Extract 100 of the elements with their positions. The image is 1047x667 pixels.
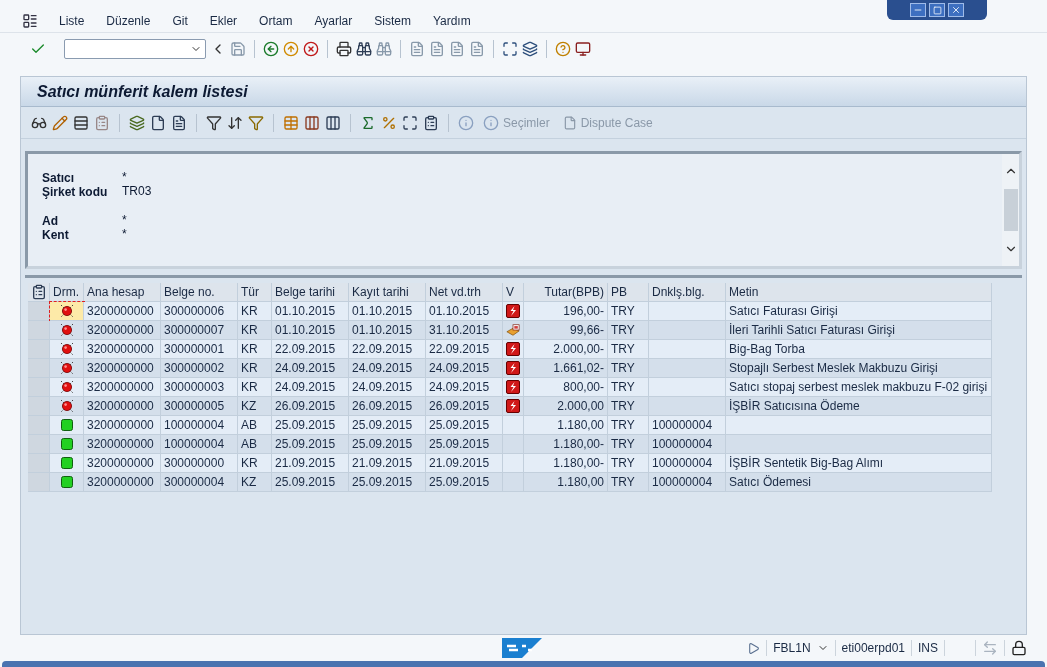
table-cell: 25.09.2015 — [426, 416, 503, 435]
table-cell: TRY — [608, 454, 649, 473]
table-cell: 3200000000 — [84, 473, 161, 492]
table-cell: 22.09.2015 — [426, 340, 503, 359]
transaction-code: FBL1N — [773, 640, 811, 657]
next-page-icon[interactable] — [449, 41, 465, 57]
table-cell: AB — [238, 435, 272, 454]
column-header[interactable]: Drm. — [50, 283, 84, 302]
column-header[interactable]: Belge no. — [161, 283, 238, 302]
maximize-icon[interactable] — [929, 3, 945, 17]
table-cell: Satıcı Faturası Girişi — [726, 302, 992, 321]
filter-icon[interactable] — [206, 114, 222, 131]
previous-page-icon[interactable] — [429, 41, 445, 57]
command-field[interactable] — [64, 39, 206, 59]
filter-set-icon[interactable] — [248, 114, 264, 131]
column-header[interactable]: Metin — [726, 283, 992, 302]
print-icon[interactable] — [336, 41, 352, 57]
lightning-icon — [506, 342, 520, 356]
menu-icon[interactable] — [22, 13, 38, 29]
table-cell: 26.09.2015 — [426, 397, 503, 416]
documents-icon[interactable] — [129, 114, 145, 131]
lock-icon[interactable] — [1011, 640, 1027, 656]
field-value: * — [122, 227, 127, 241]
status-cell[interactable] — [50, 340, 84, 359]
table-cell: 1.180,00 — [524, 473, 608, 492]
status-cell[interactable] — [50, 416, 84, 435]
table-cell: KR — [238, 321, 272, 340]
close-icon[interactable] — [948, 3, 964, 17]
table-cell: 2.000,00 — [524, 397, 608, 416]
table-icon[interactable] — [283, 114, 299, 131]
menu-item[interactable]: Git — [171, 12, 189, 30]
lightning-icon — [506, 304, 520, 318]
table-cell: TRY — [608, 416, 649, 435]
page-icon[interactable] — [171, 114, 187, 131]
status-cell[interactable] — [50, 397, 84, 416]
scroll-thumb[interactable] — [1003, 189, 1018, 231]
table-cell: TRY — [608, 302, 649, 321]
status-cell[interactable] — [50, 454, 84, 473]
table-cell: 2.000,00- — [524, 340, 608, 359]
layout-menu-icon[interactable] — [30, 284, 47, 300]
menu-item[interactable]: Ekler — [208, 12, 239, 30]
table-cell: Satıcı Ödemesi — [726, 473, 992, 492]
table-cell: 800,00- — [524, 378, 608, 397]
table-cell: 01.10.2015 — [426, 302, 503, 321]
column-select-icon[interactable] — [325, 114, 341, 131]
table-cell: 26.09.2015 — [272, 397, 349, 416]
table-cell: 21.09.2015 — [426, 454, 503, 473]
columns-icon[interactable] — [304, 114, 320, 131]
sum-icon[interactable] — [360, 114, 376, 131]
table-cell: TRY — [608, 473, 649, 492]
column-header[interactable]: Tür — [238, 283, 272, 302]
column-header[interactable]: V — [503, 283, 524, 302]
status-cell[interactable] — [50, 435, 84, 454]
menu-item[interactable]: Düzenle — [105, 12, 152, 30]
table-cell: 1.661,02- — [524, 359, 608, 378]
status-cell[interactable] — [50, 359, 84, 378]
table-cell: 01.10.2015 — [349, 321, 426, 340]
find-icon[interactable] — [356, 41, 372, 57]
menu-item[interactable]: Liste — [58, 12, 86, 30]
screen-title: Satıcı münferit kalem listesi — [37, 81, 248, 102]
first-page-icon[interactable] — [409, 41, 425, 57]
column-header[interactable]: Dnklş.blg. — [649, 283, 726, 302]
column-header[interactable]: Belge tarihi — [272, 283, 349, 302]
column-header[interactable]: Ana hesap — [84, 283, 161, 302]
status-cell[interactable] — [50, 302, 84, 321]
status-cell[interactable] — [50, 378, 84, 397]
menu-item[interactable]: Yardım — [431, 12, 472, 30]
document-icon[interactable] — [150, 114, 166, 131]
field-label: Şirket kodu — [42, 185, 108, 199]
menu-item[interactable]: Sistem — [373, 12, 412, 30]
exit-icon[interactable] — [283, 41, 299, 57]
column-header[interactable]: Net vd.trh — [426, 283, 503, 302]
scrollbar[interactable] — [1002, 154, 1019, 266]
back-icon[interactable] — [263, 41, 279, 57]
lightning-icon — [506, 380, 520, 394]
table-cell: 300000001 — [161, 340, 238, 359]
menu-item[interactable]: Ayarlar — [313, 12, 354, 30]
table-cell: 1.180,00- — [524, 454, 608, 473]
pencil-icon[interactable] — [52, 114, 68, 131]
table-cell: 24.09.2015 — [349, 359, 426, 378]
table-cell: TRY — [608, 378, 649, 397]
column-header[interactable]: PB — [608, 283, 649, 302]
table-cell: TRY — [608, 397, 649, 416]
lightning-icon — [506, 361, 520, 375]
table-cell: 21.09.2015 — [272, 454, 349, 473]
last-page-icon[interactable] — [469, 41, 485, 57]
sort-icon[interactable] — [227, 114, 243, 131]
table-cell: 24.09.2015 — [272, 378, 349, 397]
minimize-icon[interactable] — [910, 3, 926, 17]
field-value: * — [122, 213, 127, 227]
menu-item[interactable]: Ortam — [258, 12, 294, 30]
status-cell[interactable] — [50, 321, 84, 340]
list-icon[interactable] — [73, 114, 89, 131]
clipboard-icon[interactable] — [94, 114, 110, 131]
expand-icon[interactable] — [402, 114, 418, 131]
column-header[interactable]: Kayıt tarihi — [349, 283, 426, 302]
play-icon[interactable] — [747, 641, 761, 655]
cancel-icon[interactable] — [303, 41, 319, 57]
status-cell[interactable] — [50, 473, 84, 492]
column-header[interactable]: Tutar(BPB) — [524, 283, 608, 302]
